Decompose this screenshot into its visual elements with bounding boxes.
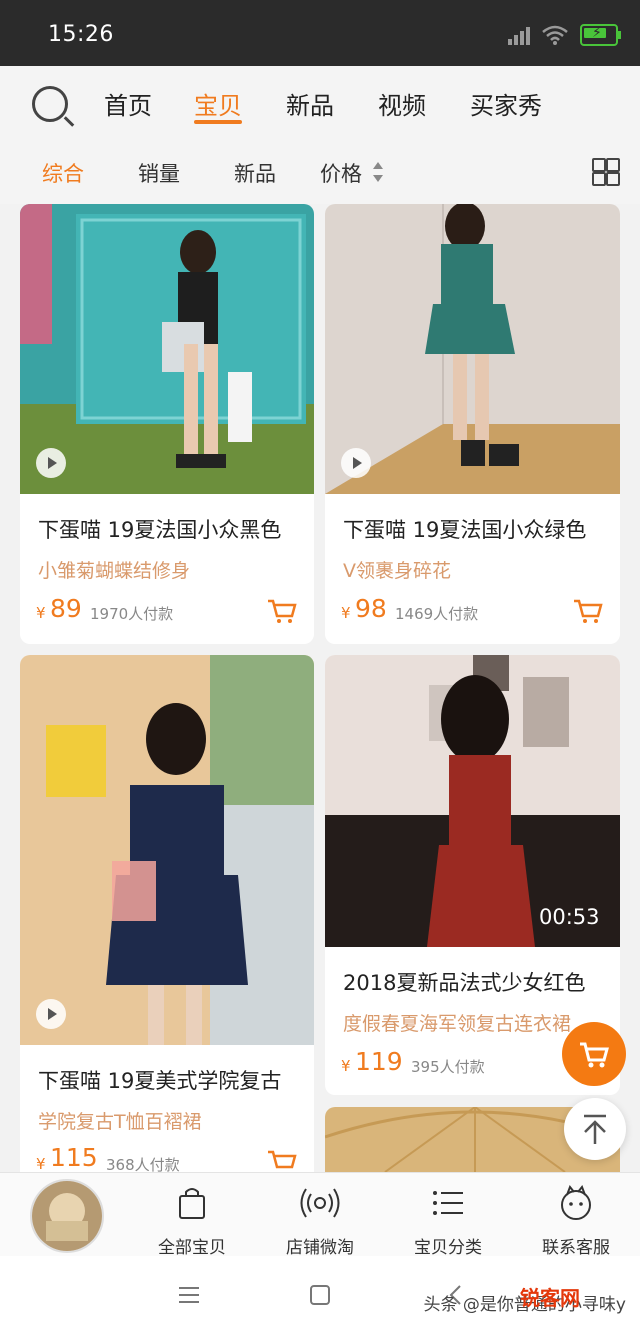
currency-symbol: ¥: [36, 604, 46, 622]
product-card[interactable]: 下蛋喵 19夏美式学院复古 学院复古T恤百褶裙 ¥ 115 368人付款: [20, 655, 314, 1172]
sort-new[interactable]: 新品: [234, 158, 276, 188]
currency-symbol: ¥: [36, 1155, 46, 1172]
tab-shop-feed[interactable]: 店铺微淘: [270, 1179, 370, 1258]
product-title: 下蛋喵 19夏法国小众黑色: [38, 518, 282, 542]
product-subtitle: 小雏菊蝴蝶结修身: [38, 560, 191, 582]
price-sort-arrows-icon: [373, 162, 383, 182]
back-to-top-button[interactable]: [564, 1098, 626, 1160]
battery-icon: ⚡: [580, 24, 621, 46]
product-card[interactable]: 下蛋喵 19夏法国小众黑色 小雏菊蝴蝶结修身 ¥ 89 1970人付款: [20, 204, 314, 644]
video-duration: 00:53: [539, 905, 600, 929]
tab-label: 全部宝贝: [158, 1238, 226, 1258]
shopping-bag-icon: [179, 1188, 205, 1219]
sort-sales[interactable]: 销量: [138, 158, 180, 188]
sort-bar: 综合 销量 新品 价格: [0, 142, 640, 204]
status-icons: ⚡: [508, 24, 621, 46]
status-bar: 15:26 ⚡: [0, 0, 640, 66]
tab-buyer-show[interactable]: 买家秀: [470, 86, 542, 121]
shop-logo-image: [32, 1181, 102, 1251]
list-icon: [433, 1191, 463, 1215]
tab-all-products[interactable]: 全部宝贝: [142, 1179, 242, 1258]
product-image: [325, 204, 620, 494]
currency-symbol: ¥: [341, 604, 351, 622]
add-to-cart-icon[interactable]: [266, 1149, 298, 1172]
tab-label: 宝贝分类: [414, 1238, 482, 1258]
grid-view-icon[interactable]: [592, 158, 620, 186]
sold-count: 1970人付款: [90, 605, 174, 623]
add-to-cart-icon[interactable]: [266, 598, 298, 624]
product-card[interactable]: 下蛋喵 19夏法国小众绿色 V领裹身碎花 ¥ 98 1469人付款: [325, 204, 620, 644]
status-time: 15:26: [48, 22, 114, 47]
video-play-icon[interactable]: [341, 448, 371, 478]
sort-price[interactable]: 价格: [320, 158, 362, 188]
tab-label: 店铺微淘: [286, 1238, 354, 1258]
broadcast-icon: [300, 1188, 340, 1218]
product-image: [20, 204, 314, 494]
customer-service-icon: [561, 1185, 591, 1220]
tab-customer-service[interactable]: 联系客服: [526, 1179, 626, 1258]
product-image: [20, 655, 314, 1045]
add-to-cart-icon[interactable]: [572, 598, 604, 624]
video-play-icon[interactable]: [36, 999, 66, 1029]
tab-categories[interactable]: 宝贝分类: [398, 1179, 498, 1258]
tab-video[interactable]: 视频: [378, 86, 426, 121]
tab-home[interactable]: 首页: [104, 86, 152, 121]
cart-icon: [580, 1042, 609, 1068]
search-icon[interactable]: [32, 86, 68, 122]
sold-count: 395人付款: [411, 1058, 485, 1076]
product-subtitle: 度假春夏海军领复古连衣裙: [343, 1013, 572, 1035]
wifi-icon: [542, 25, 568, 45]
home-icon[interactable]: [310, 1285, 330, 1305]
currency-symbol: ¥: [341, 1057, 351, 1075]
shop-avatar[interactable]: [30, 1179, 104, 1253]
video-play-icon[interactable]: [36, 448, 66, 478]
signal-icon: [508, 25, 530, 45]
product-price: 89: [50, 594, 82, 623]
sold-count: 368人付款: [106, 1156, 180, 1172]
product-title: 2018夏新品法式少女红色: [343, 971, 586, 995]
product-subtitle: V领裹身碎花: [343, 560, 451, 582]
watermark-brand: 锐客网: [520, 1282, 580, 1311]
product-image: [325, 655, 620, 947]
menu-icon[interactable]: [178, 1286, 200, 1304]
tab-new[interactable]: 新品: [286, 86, 334, 121]
shop-bottom-bar: 全部宝贝 店铺微淘 宝贝分类 联系客服: [0, 1172, 640, 1258]
tab-label: 联系客服: [542, 1238, 610, 1258]
sort-overall[interactable]: 综合: [42, 158, 84, 188]
floating-cart-button[interactable]: [562, 1022, 626, 1086]
watermark-brand-text: 锐客网: [520, 1286, 580, 1310]
product-price: 115: [50, 1143, 98, 1172]
sold-count: 1469人付款: [395, 605, 479, 623]
product-subtitle: 学院复古T恤百褶裙: [38, 1111, 202, 1133]
product-price: 119: [355, 1047, 403, 1076]
product-price: 98: [355, 594, 387, 623]
tab-products[interactable]: 宝贝: [194, 86, 242, 121]
product-title: 下蛋喵 19夏美式学院复古: [38, 1069, 282, 1093]
arrow-up-icon: [584, 1114, 606, 1144]
product-title: 下蛋喵 19夏法国小众绿色: [343, 518, 587, 542]
shop-nav-bar: 首页 宝贝 新品 视频 买家秀: [0, 66, 640, 142]
active-tab-indicator: [194, 120, 242, 124]
